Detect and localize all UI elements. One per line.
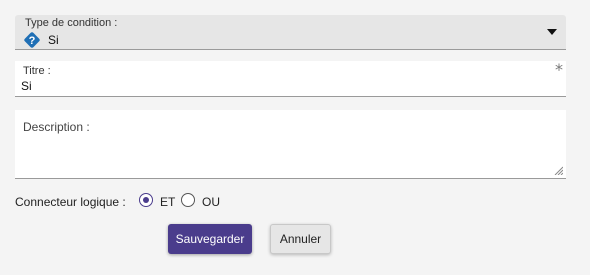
logical-connector-label: Connecteur logique : xyxy=(15,195,126,209)
title-label: Titre : xyxy=(23,65,51,77)
title-field-container: Titre : xyxy=(15,61,566,97)
question-diamond-icon: ? xyxy=(24,32,40,48)
save-button[interactable]: Sauvegarder xyxy=(168,224,252,254)
description-label: Description : xyxy=(23,120,90,134)
radio-ou-label[interactable]: OU xyxy=(202,195,220,209)
description-textarea[interactable] xyxy=(21,136,551,172)
radio-et[interactable] xyxy=(139,193,153,207)
radio-et-label[interactable]: ET xyxy=(160,195,175,209)
chevron-down-icon[interactable] xyxy=(547,29,557,35)
svg-text:?: ? xyxy=(29,35,36,47)
title-input[interactable] xyxy=(21,79,541,93)
condition-type-select[interactable]: Type de condition : ? Si xyxy=(15,15,566,50)
condition-type-value: Si xyxy=(48,33,59,47)
description-field-container: Description : xyxy=(15,110,566,179)
required-asterisk-icon: * xyxy=(555,60,563,79)
radio-ou[interactable] xyxy=(181,193,195,207)
condition-type-label: Type de condition : xyxy=(25,17,118,29)
cancel-button[interactable]: Annuler xyxy=(270,224,331,254)
resize-grip-icon[interactable] xyxy=(553,165,563,175)
